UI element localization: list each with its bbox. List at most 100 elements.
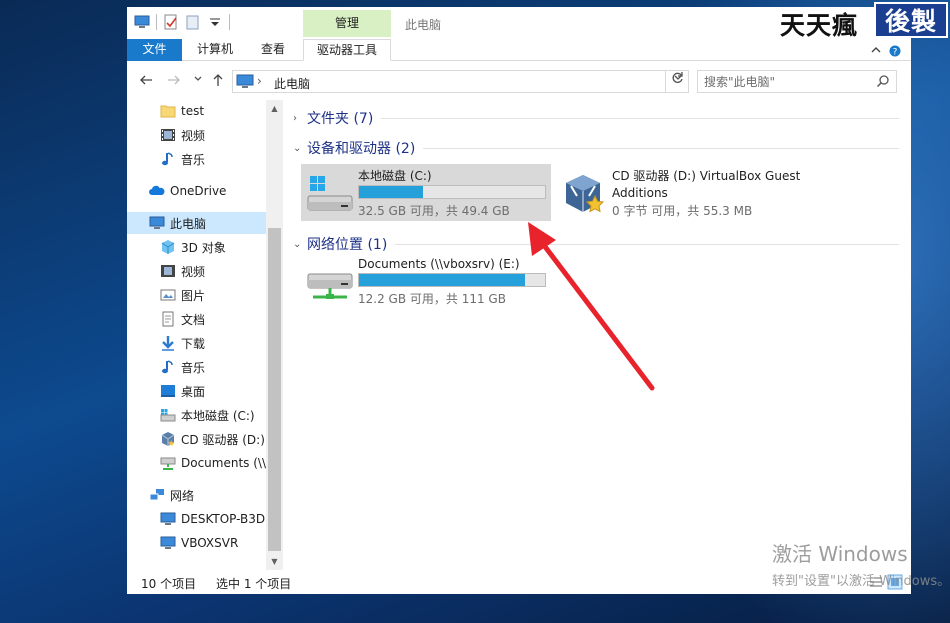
drive-usage-bar xyxy=(358,185,546,199)
chevron-down-icon[interactable]: ⌄ xyxy=(293,143,307,154)
watermark-logo: 天天瘋 後製 xyxy=(774,0,950,40)
sidebar-item-documents[interactable]: 文档 xyxy=(127,308,266,330)
search-input[interactable] xyxy=(704,74,864,90)
sidebar-item-label: CD 驱动器 (D:) xyxy=(181,432,265,447)
drive-space-text: 0 字节 可用，共 55.3 MB xyxy=(612,204,753,218)
cube-icon xyxy=(161,240,175,254)
sidebar-item-label: OneDrive xyxy=(170,184,227,198)
tab-view[interactable]: 查看 xyxy=(247,39,299,61)
monitor-icon xyxy=(160,512,176,525)
ribbon-tabs: 文件 计算机 查看 驱动器工具 ? xyxy=(127,39,911,61)
scroll-up-button[interactable]: ▲ xyxy=(266,100,283,117)
tab-file[interactable]: 文件 xyxy=(127,39,182,61)
sidebar-item-network[interactable]: 网络 xyxy=(127,484,266,506)
toolbar-separator xyxy=(229,14,230,30)
sidebar-item-3d-objects[interactable]: 3D 对象 xyxy=(127,236,266,258)
properties-icon[interactable] xyxy=(163,14,179,30)
chevron-down-icon[interactable]: ⌄ xyxy=(293,239,307,250)
quick-access-toolbar xyxy=(134,14,230,30)
search-icon[interactable] xyxy=(876,74,890,88)
sidebar-item-test[interactable]: test xyxy=(127,100,266,122)
group-label: 网络位置 (1) xyxy=(307,237,388,253)
navigation-bar: › 此电脑 xyxy=(127,67,911,97)
customize-chevron-icon[interactable] xyxy=(207,14,223,30)
computer-icon xyxy=(236,74,254,88)
sidebar-item-label: DESKTOP-B3DI xyxy=(181,512,266,526)
drive-usage-fill xyxy=(359,274,525,286)
sidebar-item-onedrive[interactable]: OneDrive xyxy=(127,180,266,202)
sidebar-item-videos[interactable]: 视频 xyxy=(127,124,266,146)
sidebar-item-label: test xyxy=(181,104,205,118)
sidebar-item-cd-drive-d[interactable]: CD 驱动器 (D:) xyxy=(127,428,266,450)
ribbon-collapse-icon[interactable] xyxy=(871,45,881,55)
sidebar-item-vboxsvr[interactable]: VBOXSVR xyxy=(127,532,266,554)
cloud-icon xyxy=(149,185,165,195)
sidebar-item-desktop-b3di[interactable]: DESKTOP-B3DI xyxy=(127,508,266,530)
drive-tile-c[interactable]: 本地磁盘 (C:) 32.5 GB 可用，共 49.4 GB xyxy=(301,164,551,221)
drive-tile-d[interactable]: CD 驱动器 (D:) VirtualBox Guest Additions 0… xyxy=(555,164,811,221)
monitor-icon xyxy=(160,536,176,549)
help-icon[interactable]: ? xyxy=(889,45,901,57)
new-folder-icon[interactable] xyxy=(185,14,201,30)
tab-computer[interactable]: 计算机 xyxy=(189,39,241,61)
refresh-button[interactable] xyxy=(665,70,689,93)
sidebar-item-label: 本地磁盘 (C:) xyxy=(181,408,255,423)
watermark-badge: 後製 xyxy=(874,2,948,38)
network-drive-icon xyxy=(307,273,353,299)
recent-locations-button[interactable] xyxy=(189,73,207,91)
selection-count: 选中 1 个项目 xyxy=(216,577,292,591)
drive-label: 本地磁盘 (C:) xyxy=(358,169,432,183)
group-divider xyxy=(395,243,899,245)
sidebar-item-this-pc[interactable]: 此电脑 xyxy=(127,212,266,234)
scroll-down-button[interactable]: ▼ xyxy=(266,553,283,570)
drive-tile-e[interactable]: Documents (\\vboxsrv) (E:) 12.2 GB 可用，共 … xyxy=(301,252,551,309)
sidebar-item-label: 视频 xyxy=(181,264,206,279)
address-path[interactable]: 此电脑 xyxy=(274,75,310,92)
scrollbar-thumb[interactable] xyxy=(268,228,281,551)
computer-icon[interactable] xyxy=(134,14,150,30)
sidebar-item-label: 文档 xyxy=(181,312,206,327)
sidebar-item-label: 音乐 xyxy=(181,360,206,375)
address-bar[interactable]: › 此电脑 xyxy=(232,70,689,93)
drive-icon xyxy=(160,409,176,422)
sidebar-item-label: 视频 xyxy=(181,128,206,143)
folder-icon xyxy=(160,105,176,118)
chevron-right-icon[interactable]: › xyxy=(293,113,307,124)
sidebar-item-music[interactable]: 音乐 xyxy=(127,148,266,170)
sidebar-item-music-2[interactable]: 音乐 xyxy=(127,356,266,378)
refresh-icon xyxy=(672,72,683,83)
sidebar-item-label: 音乐 xyxy=(181,152,206,167)
breadcrumb-chevron-icon[interactable]: › xyxy=(257,74,262,88)
cd-drive-icon xyxy=(161,432,175,446)
activation-subtitle: 转到"设置"以激活 Windows。 xyxy=(772,574,950,589)
drive-usage-bar xyxy=(358,273,546,287)
drive-label-line1: CD 驱动器 (D:) VirtualBox Guest xyxy=(612,169,801,183)
computer-icon xyxy=(149,216,165,229)
back-button[interactable] xyxy=(137,73,155,91)
sidebar-item-pictures[interactable]: 图片 xyxy=(127,284,266,306)
video-icon xyxy=(161,265,175,277)
tab-drive-tools[interactable]: 驱动器工具 xyxy=(303,39,391,61)
sidebar-item-local-disk-c[interactable]: 本地磁盘 (C:) xyxy=(127,404,266,426)
context-tab-manage[interactable]: 管理 xyxy=(303,10,391,37)
content-pane: › 文件夹 (7) ⌄ 设备和驱动器 (2) 本地磁盘 (C:) 32.5 GB… xyxy=(285,100,911,570)
sidebar-item-desktop[interactable]: 桌面 xyxy=(127,380,266,402)
network-drive-icon xyxy=(160,457,176,470)
virtualbox-cd-icon xyxy=(566,175,605,213)
sidebar-item-documents-e[interactable]: Documents (\\ xyxy=(127,452,266,474)
chevron-down-icon xyxy=(194,76,202,81)
sidebar-item-label: 3D 对象 xyxy=(181,240,226,255)
group-devices-drives[interactable]: ⌄ 设备和驱动器 (2) xyxy=(293,137,899,159)
forward-button[interactable] xyxy=(165,73,183,91)
desktop-icon xyxy=(161,385,175,397)
search-box[interactable] xyxy=(697,70,897,93)
sidebar-item-label: 桌面 xyxy=(181,384,206,399)
up-button[interactable] xyxy=(209,73,227,91)
sidebar-item-label: 此电脑 xyxy=(170,216,207,231)
group-folders[interactable]: › 文件夹 (7) xyxy=(293,107,899,129)
drive-label: CD 驱动器 (D:) VirtualBox Guest Additions xyxy=(612,168,800,202)
activation-notice: 激活 Windows 转到"设置"以激活 Windows。 xyxy=(772,538,950,589)
sidebar-item-downloads[interactable]: 下载 xyxy=(127,332,266,354)
sidebar-scrollbar[interactable]: ▲ ▼ xyxy=(266,100,283,570)
sidebar-item-videos-2[interactable]: 视频 xyxy=(127,260,266,282)
